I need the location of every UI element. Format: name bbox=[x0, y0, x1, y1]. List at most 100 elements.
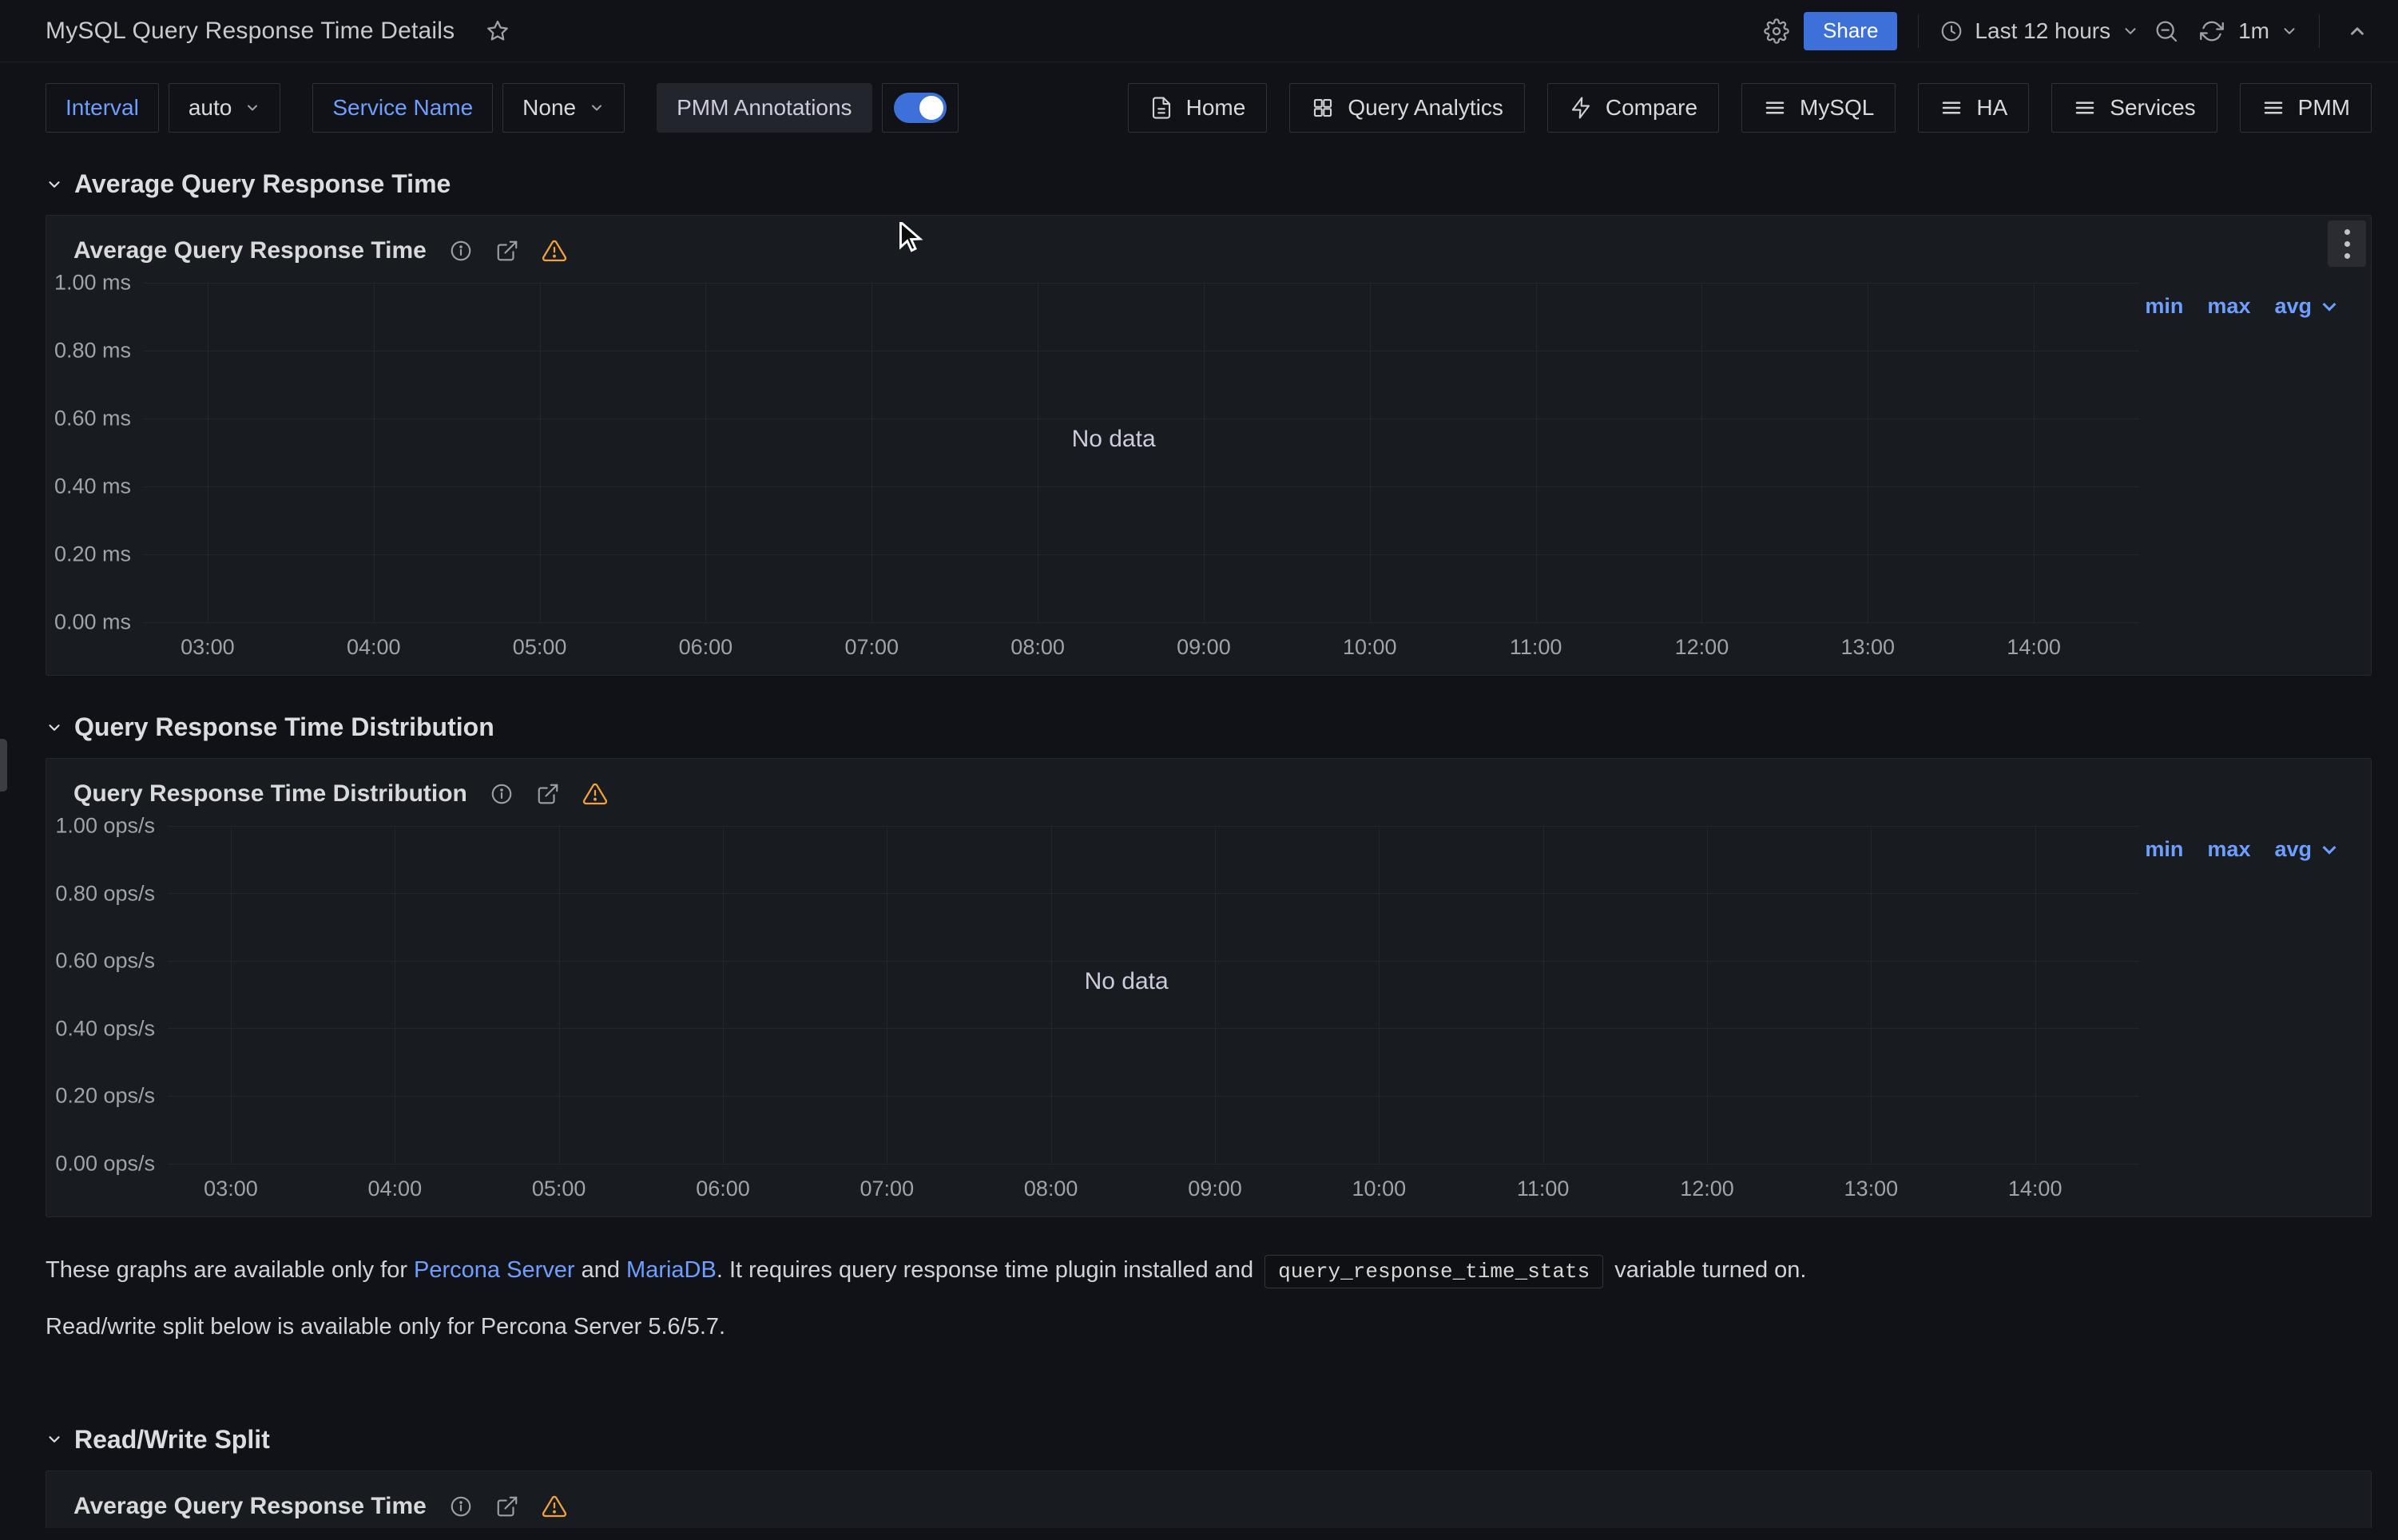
section-header-avg-query-response-time[interactable]: Average Query Response Time bbox=[46, 169, 2372, 199]
refresh-interval-dropdown[interactable]: 1m bbox=[2238, 18, 2298, 44]
no-data-message: No data bbox=[1072, 426, 1156, 453]
section-header-query-response-time-distribution[interactable]: Query Response Time Distribution bbox=[46, 712, 2372, 742]
nav-button-query-analytics[interactable]: Query Analytics bbox=[1289, 83, 1525, 133]
refresh-icon[interactable] bbox=[2194, 13, 2230, 50]
dashboard-settings-gear-icon[interactable] bbox=[1757, 12, 1796, 50]
x-tick-label: 13:00 bbox=[1844, 1177, 1899, 1201]
note-line-1: These graphs are available only for Perc… bbox=[46, 1252, 2372, 1288]
gridline-vertical bbox=[1871, 826, 1872, 1164]
legend-max[interactable]: max bbox=[2207, 294, 2250, 319]
gridline-vertical bbox=[1707, 826, 1708, 1164]
info-icon[interactable] bbox=[449, 1494, 473, 1518]
y-tick-label: 0.60 ops/s bbox=[55, 949, 155, 974]
dashboard-notes: These graphs are available only for Perc… bbox=[46, 1252, 2372, 1345]
legend-min[interactable]: min bbox=[2145, 294, 2183, 319]
warning-triangle-icon[interactable] bbox=[542, 238, 567, 264]
gridline-horizontal bbox=[144, 554, 2139, 555]
gridline-horizontal bbox=[144, 486, 2139, 487]
timeseries-chart: 1.00 ms0.80 ms0.60 ms0.40 ms0.20 ms0.00 … bbox=[46, 283, 2371, 675]
external-link-icon[interactable] bbox=[495, 239, 519, 263]
pmm-annotations-toggle[interactable] bbox=[894, 93, 947, 123]
x-tick-label: 04:00 bbox=[368, 1177, 423, 1201]
plot-area[interactable]: No data bbox=[144, 283, 2139, 622]
panel-title[interactable]: Query Response Time Distribution bbox=[73, 780, 467, 808]
panel-menu-kebab-icon[interactable] bbox=[2328, 220, 2366, 267]
legend-avg[interactable]: avg bbox=[2274, 294, 2312, 319]
service-name-variable-dropdown[interactable]: None bbox=[502, 83, 625, 133]
time-range-picker[interactable]: Last 12 hours bbox=[1939, 18, 2139, 44]
section-header-read-write-split[interactable]: Read/Write Split bbox=[46, 1425, 2372, 1455]
x-tick-label: 12:00 bbox=[1680, 1177, 1734, 1201]
grid-icon bbox=[1311, 96, 1335, 120]
chevron-down-icon bbox=[2122, 22, 2139, 40]
nav-button-pmm[interactable]: PMM bbox=[2240, 83, 2372, 133]
nav-button-mysql[interactable]: MySQL bbox=[1741, 83, 1896, 133]
chevron-down-icon bbox=[589, 100, 605, 116]
external-link-icon[interactable] bbox=[495, 1494, 519, 1518]
x-tick-label: 10:00 bbox=[1343, 635, 1397, 660]
scroll-indicator[interactable] bbox=[0, 739, 7, 792]
grafana-dashboard: { "topbar": { "title": "MySQL Query Resp… bbox=[0, 0, 2398, 1540]
x-tick-label: 12:00 bbox=[1675, 635, 1729, 660]
menu-icon bbox=[2073, 96, 2097, 120]
nav-button-home[interactable]: Home bbox=[1128, 83, 1268, 133]
zoom-out-icon[interactable] bbox=[2147, 12, 2186, 50]
y-tick-label: 0.60 ms bbox=[54, 407, 131, 431]
y-tick-label: 0.00 ops/s bbox=[55, 1152, 155, 1177]
gridline-vertical bbox=[231, 826, 232, 1164]
panel-title[interactable]: Average Query Response Time bbox=[73, 237, 427, 264]
note-text: variable turned on. bbox=[1608, 1257, 1806, 1283]
x-tick-label: 08:00 bbox=[1010, 635, 1065, 660]
external-link-icon[interactable] bbox=[536, 782, 560, 806]
nav-button-services[interactable]: Services bbox=[2051, 83, 2217, 133]
percona-server-link[interactable]: Percona Server bbox=[414, 1257, 575, 1283]
gridline-vertical bbox=[1215, 826, 1216, 1164]
x-tick-label: 07:00 bbox=[844, 635, 899, 660]
nav-button-ha[interactable]: HA bbox=[1918, 83, 2029, 133]
refresh-interval-label: 1m bbox=[2238, 18, 2269, 44]
nav-button-label: Home bbox=[1186, 95, 1246, 121]
panel-title[interactable]: Average Query Response Time bbox=[73, 1493, 427, 1520]
gridline-vertical bbox=[1701, 283, 1702, 622]
collapse-caret-up-icon[interactable] bbox=[2340, 14, 2374, 48]
warning-triangle-icon[interactable] bbox=[582, 781, 608, 807]
mariadb-link[interactable]: MariaDB bbox=[626, 1257, 717, 1283]
nav-button-compare[interactable]: Compare bbox=[1547, 83, 1719, 133]
divider bbox=[2319, 14, 2320, 48]
section-title: Query Response Time Distribution bbox=[74, 712, 494, 742]
gridline-horizontal bbox=[144, 283, 2139, 284]
x-tick-label: 09:00 bbox=[1188, 1177, 1242, 1201]
y-axis: 1.00 ops/s0.80 ops/s0.60 ops/s0.40 ops/s… bbox=[46, 826, 168, 1164]
info-icon[interactable] bbox=[449, 239, 473, 263]
nav-button-label: PMM bbox=[2298, 95, 2350, 121]
interval-variable-dropdown[interactable]: auto bbox=[169, 83, 281, 133]
panel-header: Average Query Response Time bbox=[46, 1471, 2371, 1524]
gridline-vertical bbox=[1379, 826, 1380, 1164]
x-tick-label: 11:00 bbox=[1517, 1177, 1570, 1201]
share-button[interactable]: Share bbox=[1804, 12, 1897, 50]
chevron-down-icon bbox=[46, 1431, 63, 1448]
chevron-down-icon bbox=[2281, 22, 2298, 40]
x-tick-label: 11:00 bbox=[1510, 635, 1562, 660]
service-name-variable-label: Service Name bbox=[312, 83, 493, 133]
info-icon[interactable] bbox=[490, 782, 514, 806]
star-icon[interactable] bbox=[478, 12, 517, 50]
y-tick-label: 0.80 ops/s bbox=[55, 881, 155, 906]
menu-icon bbox=[1939, 96, 1963, 120]
legend-max[interactable]: max bbox=[2207, 837, 2250, 862]
pmm-annotations-toggle-box bbox=[882, 83, 959, 133]
gridline-vertical bbox=[1543, 826, 1544, 1164]
legend-avg[interactable]: avg bbox=[2274, 837, 2312, 862]
legend-chevron-down-icon[interactable] bbox=[2323, 297, 2336, 311]
gridline-horizontal bbox=[168, 893, 2139, 894]
note-text: and bbox=[575, 1257, 627, 1283]
panel-legend: minmaxavg bbox=[2145, 837, 2334, 862]
legend-chevron-down-icon[interactable] bbox=[2323, 840, 2336, 854]
warning-triangle-icon[interactable] bbox=[542, 1494, 567, 1519]
home-doc-icon bbox=[1149, 96, 1173, 120]
plot-area[interactable]: No data bbox=[168, 826, 2139, 1164]
clock-icon bbox=[1939, 19, 1963, 43]
legend-min[interactable]: min bbox=[2145, 837, 2183, 862]
nav-button-label: HA bbox=[1976, 95, 2007, 121]
y-tick-label: 0.20 ops/s bbox=[55, 1084, 155, 1109]
